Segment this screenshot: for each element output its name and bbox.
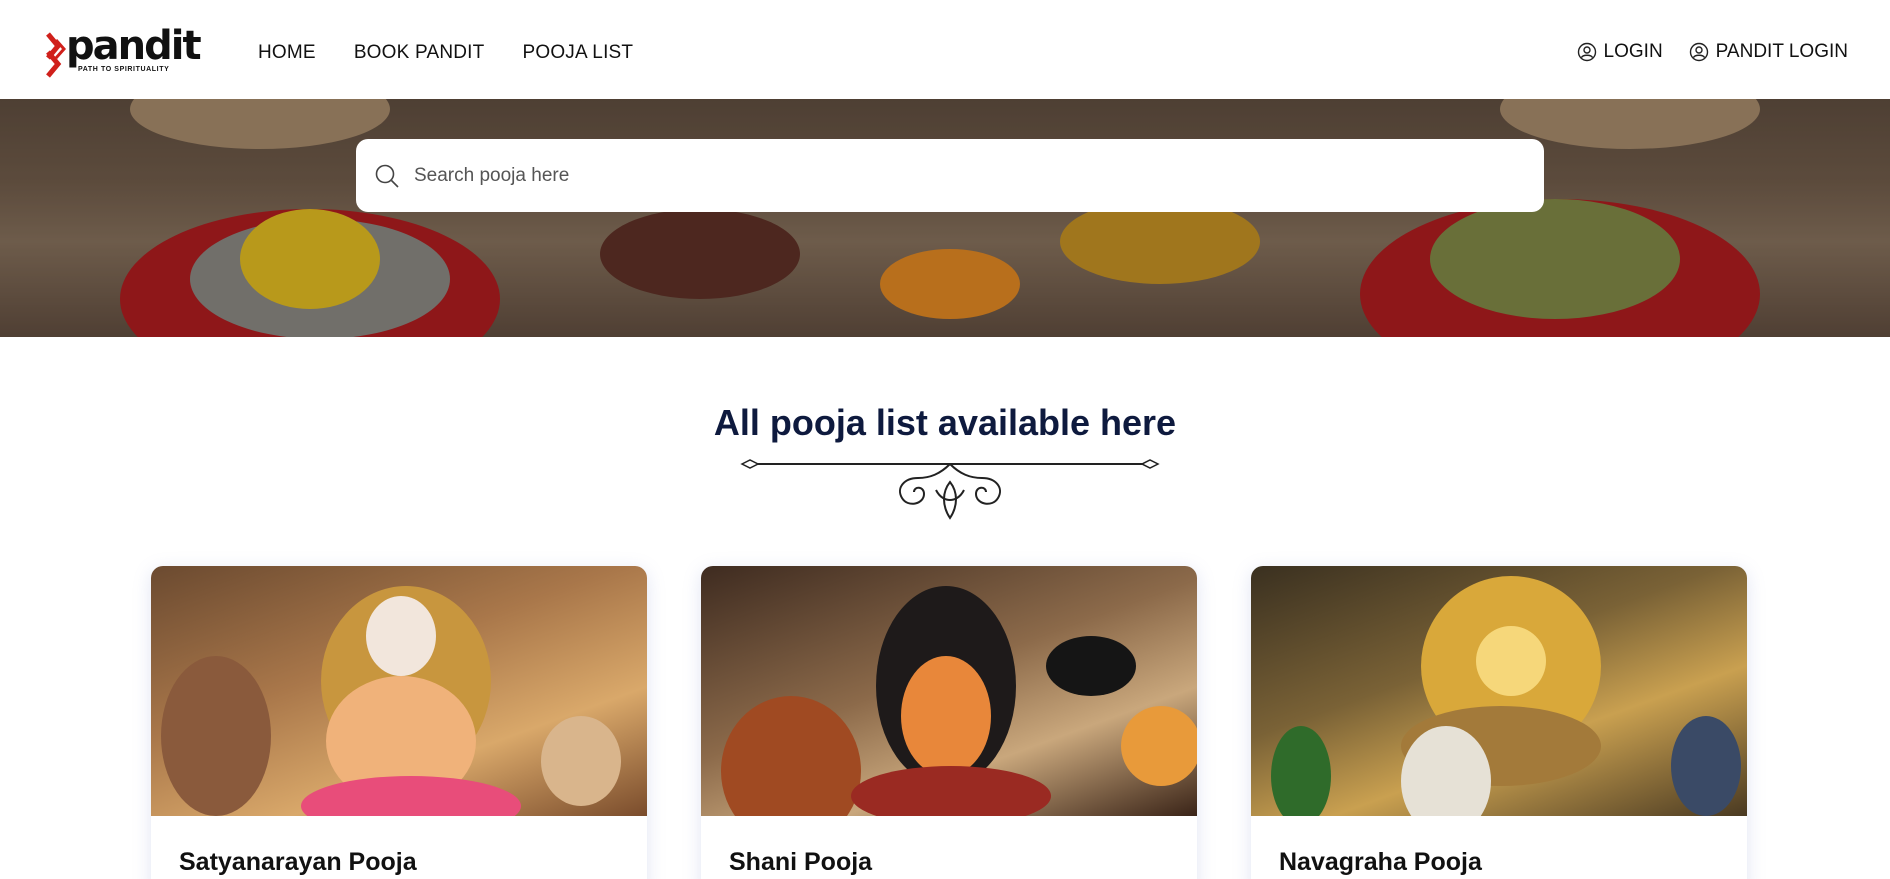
logo-tagline: PATH TO SPIRITUALITY <box>78 66 170 73</box>
nav-book-pandit[interactable]: BOOK PANDIT <box>354 42 485 64</box>
logo-chevron-icon <box>46 32 67 78</box>
ornamental-divider-icon <box>740 459 1160 520</box>
pooja-card-title: Navagraha Pooja <box>1279 848 1482 876</box>
login-label: LOGIN <box>1603 41 1663 62</box>
nav-home[interactable]: HOME <box>258 42 316 64</box>
pooja-card[interactable]: Shani Pooja <box>701 566 1197 879</box>
pandit-login-link[interactable]: PANDIT LOGIN <box>1689 41 1848 63</box>
pooja-card-title: Satyanarayan Pooja <box>179 848 417 876</box>
user-circle-icon <box>1577 42 1596 62</box>
pooja-card-title: Shani Pooja <box>729 848 873 876</box>
search-bar[interactable] <box>356 139 1544 212</box>
section-title: All pooja list available here <box>713 402 1177 443</box>
pooja-card[interactable]: Navagraha Pooja <box>1251 566 1747 879</box>
user-circle-icon <box>1689 42 1708 62</box>
site-header: pandit PATH TO SPIRITUALITY HOME BOOK PA… <box>0 0 1890 99</box>
hero-banner <box>0 99 1890 337</box>
auth-links: LOGIN PANDIT LOGIN <box>1577 41 1848 63</box>
nav-pooja-list[interactable]: POOJA LIST <box>522 42 633 64</box>
login-link[interactable]: LOGIN <box>1577 41 1663 63</box>
pooja-card-image <box>701 566 1197 816</box>
site-logo[interactable]: pandit PATH TO SPIRITUALITY <box>44 24 202 82</box>
pooja-card[interactable]: Satyanarayan Pooja <box>151 566 647 879</box>
logo-wordmark: pandit <box>66 23 202 69</box>
main-nav: HOME BOOK PANDIT POOJA LIST <box>258 42 633 64</box>
pooja-card-image <box>151 566 647 816</box>
search-icon <box>375 164 399 188</box>
pooja-card-image <box>1251 566 1747 816</box>
hero-overlay <box>0 99 1890 337</box>
pandit-login-label: PANDIT LOGIN <box>1715 41 1848 62</box>
search-input[interactable] <box>414 164 1514 187</box>
